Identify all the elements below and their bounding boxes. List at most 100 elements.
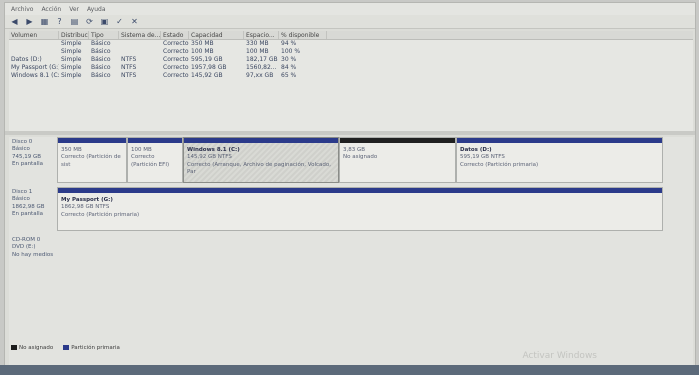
status-cell: Correcto (... (163, 72, 189, 79)
menu-accion[interactable]: Acción (41, 6, 61, 13)
volume-list-header: Volumen Distribución Tipo Sistema de... … (9, 31, 693, 40)
partition[interactable]: 350 MB Correcto (Partición de sist (57, 137, 127, 183)
partition-size: 100 MB (131, 147, 152, 153)
toolbar: ◀ ▶ ▦ ? ▤ ⟳ ▣ ✓ ✕ (5, 15, 695, 29)
col-percent-free[interactable]: % disponible (279, 31, 327, 39)
type-cell: Básico (91, 64, 111, 71)
volume-cell: Windows 8.1 (C:) (11, 72, 59, 79)
legend-swatch (63, 345, 70, 350)
disk-icon[interactable]: ▣ (99, 17, 110, 27)
layout-cell: Simple (61, 64, 82, 71)
partition-selected[interactable]: Windows 8.1 (C:) 145,92 GB NTFS Correcto… (183, 137, 339, 183)
type-cell: Básico (91, 48, 111, 55)
activation-watermark: Activar Windows (522, 351, 597, 361)
forward-icon[interactable]: ▶ (24, 17, 35, 27)
legend-item: No asignado (11, 345, 53, 351)
volume-cell: My Passport (G:) (11, 64, 59, 71)
filesystem-cell (119, 40, 161, 48)
col-free[interactable]: Espacio... (244, 31, 279, 39)
free-cell: 100 MB (246, 48, 269, 55)
disk-row: Disco 0 Básico 745,19 GB En pantalla 350… (9, 137, 693, 183)
capacity-cell: 350 MB (191, 40, 214, 47)
free-cell: 182,17 GB (246, 56, 278, 63)
percent-cell: 94 % (281, 40, 297, 47)
partition-status: Correcto (Partición primaria) (61, 211, 140, 218)
menu-ver[interactable]: Ver (69, 6, 79, 13)
type-cell: Básico (91, 56, 111, 63)
partition-strip: My Passport (G:) 1862,98 GB NTFS Correct… (57, 187, 663, 231)
volume-cell: Datos (D:) (11, 56, 42, 63)
disk-label[interactable]: Disco 1 Básico 1862,98 GB En pantalla (9, 187, 55, 231)
legend-item: Partición primaria (63, 345, 120, 351)
disk-type: DVD (E:) (12, 244, 36, 251)
partition-status: Correcto (Partición EFI) (131, 154, 170, 168)
disk-map: Disco 0 Básico 745,19 GB En pantalla 350… (9, 137, 693, 369)
disk-type: Básico (12, 146, 30, 153)
legend: No asignado Partición primaria (11, 345, 120, 351)
table-row[interactable]: Simple Básico Correcto (... 100 MB 100 M… (9, 48, 693, 56)
type-cell: Básico (91, 72, 111, 79)
type-cell: Básico (91, 40, 111, 47)
partition-title: Windows 8.1 (C:) (187, 147, 240, 153)
menu-bar: Archivo Acción Ver Ayuda (5, 3, 695, 15)
help-icon[interactable]: ? (54, 17, 65, 27)
table-row[interactable]: Datos (D:) Simple Básico NTFS Correcto (… (9, 56, 693, 64)
disk-size: 745,19 GB (12, 153, 42, 160)
menu-archivo[interactable]: Archivo (11, 6, 33, 13)
table-row[interactable]: Simple Básico Correcto (... 350 MB 330 M… (9, 40, 693, 48)
legend-label: No asignado (19, 345, 54, 351)
col-status[interactable]: Estado (161, 31, 189, 39)
percent-cell: 65 % (281, 72, 297, 79)
disk-size: 1862,98 GB (12, 203, 45, 210)
legend-swatch (11, 345, 17, 350)
partition-title: My Passport (G:) (61, 197, 113, 203)
layout-cell: Simple (61, 56, 82, 63)
capacity-cell: 100 MB (191, 48, 214, 55)
volume-list: Volumen Distribución Tipo Sistema de... … (9, 31, 693, 131)
partition[interactable]: Datos (D:) 595,19 GB NTFS Correcto (Part… (456, 137, 663, 183)
partition-status: Correcto (Arranque, Archivo de paginació… (187, 161, 332, 176)
volume-cell (9, 40, 59, 48)
partition[interactable]: 100 MB Correcto (Partición EFI) (127, 137, 183, 183)
disk-state: En pantalla (12, 161, 44, 168)
status-cell: Correcto (... (163, 40, 189, 47)
filesystem-cell: NTFS (121, 56, 137, 63)
disk-name: CD-ROM 0 (12, 237, 41, 243)
partition-size: 3,83 GB (343, 147, 366, 153)
pane-splitter[interactable] (5, 131, 695, 135)
col-capacity[interactable]: Capacidad (189, 31, 244, 39)
table-row[interactable]: My Passport (G:) Simple Básico NTFS Corr… (9, 64, 693, 72)
partition-size: 1862,98 GB NTFS (61, 204, 110, 211)
volume-cell (9, 48, 59, 56)
delete-icon[interactable]: ✕ (129, 17, 140, 27)
layout-cell: Simple (61, 72, 82, 79)
refresh-icon[interactable]: ⟳ (84, 17, 95, 27)
col-filesystem[interactable]: Sistema de... (119, 31, 161, 39)
disk-label[interactable]: Disco 0 Básico 745,19 GB En pantalla (9, 137, 55, 183)
disk-label[interactable]: CD-ROM 0 DVD (E:) No hay medios (9, 235, 79, 271)
list-icon[interactable]: ▦ (39, 17, 50, 27)
free-cell: 330 MB (246, 40, 269, 47)
capacity-cell: 145,92 GB (191, 72, 223, 79)
percent-cell: 84 % (281, 64, 297, 71)
free-cell: 97,xx GB (246, 72, 274, 79)
col-volume[interactable]: Volumen (9, 31, 59, 39)
taskbar[interactable] (0, 365, 699, 375)
back-icon[interactable]: ◀ (9, 17, 20, 27)
col-type[interactable]: Tipo (89, 31, 119, 39)
partition[interactable]: My Passport (G:) 1862,98 GB NTFS Correct… (57, 187, 663, 231)
status-cell: Correcto (... (163, 48, 189, 55)
menu-ayuda[interactable]: Ayuda (87, 6, 106, 13)
filesystem-cell (119, 48, 161, 56)
properties-icon[interactable]: ▤ (69, 17, 80, 27)
partition-size: 595,19 GB NTFS (460, 154, 505, 161)
col-layout[interactable]: Distribución (59, 31, 89, 39)
partition-status: Correcto (Partición de sist (61, 154, 121, 168)
partition-status: Correcto (Partición primaria) (460, 161, 539, 168)
partition-status: No asignado (343, 154, 378, 161)
status-cell: Correcto (... (163, 64, 189, 71)
unallocated-space[interactable]: 3,83 GB No asignado (339, 137, 456, 183)
check-icon[interactable]: ✓ (114, 17, 125, 27)
filesystem-cell: NTFS (121, 72, 137, 79)
table-row[interactable]: Windows 8.1 (C:) Simple Básico NTFS Corr… (9, 72, 693, 80)
